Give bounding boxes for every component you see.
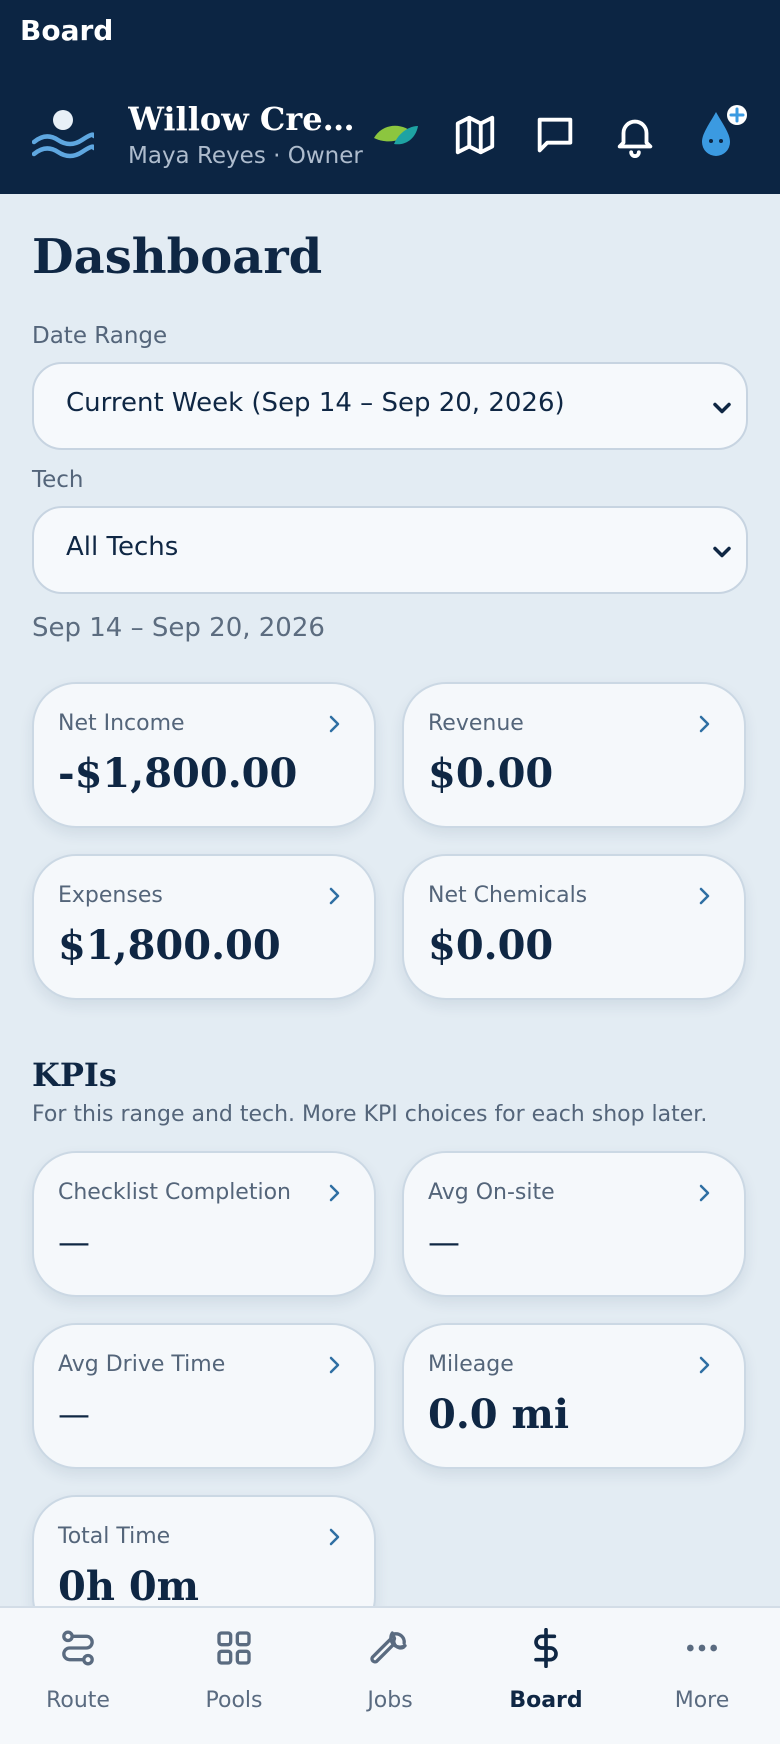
- card-label: Revenue: [428, 711, 524, 736]
- nav-more-label: More: [674, 1688, 730, 1713]
- card-label: Total Time: [58, 1524, 171, 1549]
- card-label: Avg On-site: [428, 1180, 555, 1205]
- map-icon[interactable]: [452, 112, 498, 158]
- grid-icon: [217, 1631, 251, 1665]
- card-value: -$1,800.00: [58, 750, 298, 797]
- route-icon: [62, 1630, 94, 1666]
- nav-route[interactable]: Route: [0, 1608, 156, 1744]
- chevron-right-icon: [699, 1356, 710, 1374]
- chevron-right-icon: [699, 887, 710, 905]
- chevron-right-icon: [329, 1356, 340, 1374]
- avg-drive-time-card[interactable]: Avg Drive Time —: [32, 1323, 376, 1469]
- water-drop-add-icon[interactable]: [692, 102, 752, 158]
- revenue-card[interactable]: Revenue $0.00: [402, 682, 746, 828]
- chat-icon[interactable]: [532, 112, 578, 158]
- user-role: Maya Reyes · Owner: [128, 143, 363, 169]
- card-label: Checklist Completion: [58, 1180, 291, 1205]
- business-name[interactable]: Willow Cree…: [128, 100, 360, 138]
- card-value: $1,800.00: [58, 922, 281, 969]
- bell-icon[interactable]: [612, 112, 658, 158]
- kpis-heading: KPIs: [32, 1056, 117, 1094]
- wrench-icon: [370, 1631, 407, 1664]
- app-header: Board Willow Cree… Maya Reyes · Owner: [0, 0, 780, 194]
- dollar-icon: [534, 1628, 558, 1668]
- chevron-right-icon: [329, 1184, 340, 1202]
- card-label: Net Income: [58, 711, 185, 736]
- nav-board[interactable]: Board: [468, 1608, 624, 1744]
- chevron-down-icon: [713, 402, 731, 414]
- chevron-right-icon: [699, 1184, 710, 1202]
- nav-pools-label: Pools: [205, 1688, 263, 1713]
- date-range-text: Sep 14 – Sep 20, 2026: [32, 613, 325, 643]
- card-value: 0.0 mi: [428, 1391, 570, 1438]
- mileage-card[interactable]: Mileage 0.0 mi: [402, 1323, 746, 1469]
- nav-more[interactable]: More: [624, 1608, 780, 1744]
- date-range-label: Date Range: [32, 323, 168, 349]
- expenses-card[interactable]: Expenses $1,800.00: [32, 854, 376, 1000]
- nav-jobs[interactable]: Jobs: [312, 1608, 468, 1744]
- net-chemicals-card[interactable]: Net Chemicals $0.00: [402, 854, 746, 1000]
- card-value: —: [58, 1395, 90, 1433]
- date-range-select[interactable]: Current Week (Sep 14 – Sep 20, 2026): [32, 362, 748, 450]
- nav-pools[interactable]: Pools: [156, 1608, 312, 1744]
- avg-on-site-card[interactable]: Avg On-site —: [402, 1151, 746, 1297]
- kpis-subtitle: For this range and tech. More KPI choice…: [32, 1102, 708, 1127]
- card-label: Expenses: [58, 883, 163, 908]
- chevron-right-icon: [329, 715, 340, 733]
- ellipsis-icon: [687, 1644, 717, 1652]
- card-value: —: [428, 1223, 460, 1261]
- card-value: 0h 0m: [58, 1563, 199, 1606]
- card-value: $0.00: [428, 750, 554, 797]
- page-title: Dashboard: [32, 229, 323, 285]
- bottom-nav: Route Pools Jobs Board More: [0, 1606, 780, 1744]
- tech-label: Tech: [32, 467, 84, 493]
- card-label: Avg Drive Time: [58, 1352, 226, 1377]
- wave-logo-icon[interactable]: [32, 106, 94, 168]
- date-range-value: Current Week (Sep 14 – Sep 20, 2026): [66, 388, 565, 418]
- card-value: $0.00: [428, 922, 554, 969]
- nav-route-label: Route: [46, 1688, 110, 1713]
- chevron-right-icon: [329, 1528, 340, 1546]
- card-value: —: [58, 1223, 90, 1261]
- nav-board-label: Board: [509, 1688, 583, 1713]
- chevron-right-icon: [329, 887, 340, 905]
- tech-value: All Techs: [66, 532, 179, 562]
- total-time-card[interactable]: Total Time 0h 0m: [32, 1495, 376, 1606]
- dashboard-content[interactable]: Dashboard Date Range Current Week (Sep 1…: [0, 194, 780, 1606]
- chevron-down-icon: [713, 546, 731, 558]
- chevron-right-icon: [699, 715, 710, 733]
- checklist-completion-card[interactable]: Checklist Completion —: [32, 1151, 376, 1297]
- nav-jobs-label: Jobs: [367, 1688, 413, 1713]
- card-label: Net Chemicals: [428, 883, 588, 908]
- leaf-icon[interactable]: [372, 112, 418, 158]
- tech-select[interactable]: All Techs: [32, 506, 748, 594]
- page-label: Board: [20, 14, 114, 47]
- net-income-card[interactable]: Net Income -$1,800.00: [32, 682, 376, 828]
- card-label: Mileage: [428, 1352, 514, 1377]
